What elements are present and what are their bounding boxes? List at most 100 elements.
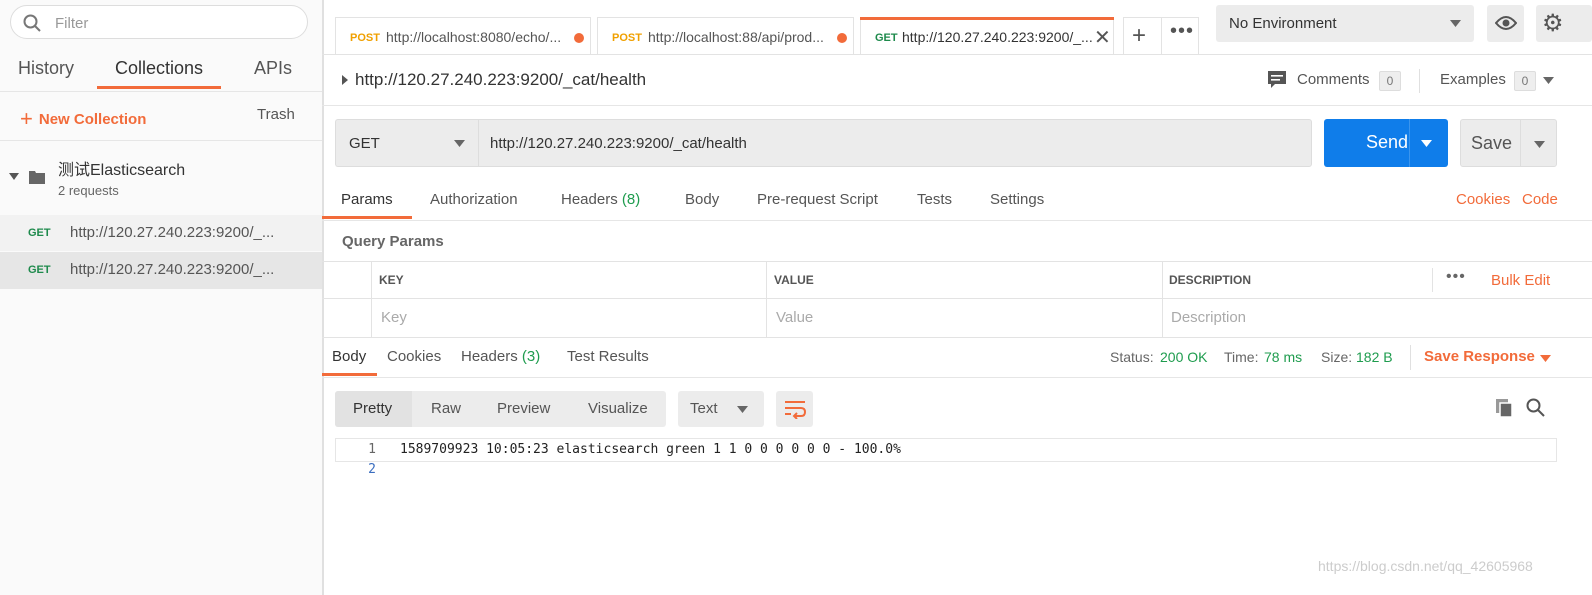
bulk-edit-link[interactable]: Bulk Edit bbox=[1491, 272, 1550, 289]
plus-icon[interactable]: + bbox=[1132, 22, 1146, 50]
save-options-chevron-icon[interactable] bbox=[1534, 141, 1545, 148]
send-button[interactable]: Send bbox=[1324, 119, 1448, 167]
folder-icon bbox=[29, 171, 45, 184]
settings-button[interactable]: ⚙ bbox=[1536, 5, 1592, 42]
divider bbox=[322, 220, 1592, 221]
response-type-select[interactable]: Text bbox=[678, 391, 764, 427]
search-icon[interactable] bbox=[1526, 398, 1545, 417]
active-tab-indicator bbox=[97, 86, 221, 89]
table-border bbox=[1162, 261, 1163, 338]
tab-history[interactable]: History bbox=[18, 58, 74, 88]
line-number: 2 bbox=[368, 462, 376, 477]
request-item-selected[interactable]: GET http://120.27.240.223:9200/_... bbox=[0, 252, 322, 288]
request-tab[interactable]: POST http://localhost:8080/echo/... bbox=[335, 17, 591, 54]
response-tab-cookies[interactable]: Cookies bbox=[387, 348, 441, 365]
eye-icon bbox=[1495, 16, 1517, 30]
new-collection-label: New Collection bbox=[38, 111, 147, 128]
examples-button[interactable]: Examples bbox=[1440, 71, 1506, 88]
response-tab-headers[interactable]: Headers (3) bbox=[461, 348, 540, 365]
environment-select[interactable]: No Environment bbox=[1216, 5, 1474, 42]
caret-down-icon[interactable] bbox=[9, 173, 19, 181]
tab-collections[interactable]: Collections bbox=[115, 58, 203, 88]
copy-icon[interactable] bbox=[1495, 398, 1513, 418]
method-badge: GET bbox=[28, 227, 51, 239]
chevron-down-icon bbox=[454, 140, 465, 147]
active-tab-indicator bbox=[322, 373, 377, 376]
new-collection-button[interactable]: + New Collection bbox=[20, 104, 147, 131]
size-value[interactable]: 182 B bbox=[1356, 349, 1393, 365]
method-label: GET bbox=[875, 32, 898, 44]
filter-input[interactable] bbox=[53, 12, 297, 34]
method-badge: GET bbox=[28, 264, 51, 276]
chevron-down-icon bbox=[1450, 20, 1461, 27]
value-input[interactable]: Value bbox=[776, 309, 813, 326]
cookies-link[interactable]: Cookies bbox=[1456, 191, 1510, 208]
response-tab-body[interactable]: Body bbox=[332, 348, 366, 365]
divider bbox=[322, 54, 1592, 55]
table-border bbox=[322, 337, 1592, 338]
chevron-down-icon[interactable] bbox=[1540, 355, 1551, 362]
comments-button[interactable]: Comments bbox=[1297, 71, 1370, 88]
request-url: http://120.27.240.223:9200/_... bbox=[70, 261, 275, 278]
request-url: http://120.27.240.223:9200/_... bbox=[70, 224, 275, 241]
divider bbox=[0, 288, 322, 289]
code-link[interactable]: Code bbox=[1522, 191, 1558, 208]
wrap-lines-button[interactable] bbox=[776, 391, 813, 427]
response-headers-count: (3) bbox=[521, 348, 541, 365]
close-tab-icon[interactable]: ✕ bbox=[1094, 25, 1111, 50]
url-input[interactable]: http://120.27.240.223:9200/_cat/health bbox=[478, 119, 1312, 167]
request-item[interactable]: GET http://120.27.240.223:9200/_... bbox=[0, 215, 322, 251]
tab-headers[interactable]: Headers (8) bbox=[561, 191, 640, 208]
send-label: Send bbox=[1366, 132, 1409, 152]
tab-url: http://localhost:88/api/prod... bbox=[648, 29, 824, 45]
url-value: http://120.27.240.223:9200/_cat/health bbox=[490, 135, 747, 152]
watermark: https://blog.csdn.net/qq_42605968 bbox=[1318, 558, 1533, 574]
format-raw[interactable]: Raw bbox=[431, 400, 461, 417]
more-icon[interactable]: ••• bbox=[1446, 268, 1466, 286]
column-header-key: KEY bbox=[379, 273, 404, 287]
description-input[interactable]: Description bbox=[1171, 309, 1246, 326]
status-value[interactable]: 200 OK bbox=[1160, 349, 1207, 365]
chevron-down-icon[interactable] bbox=[1543, 77, 1554, 84]
caret-right-icon[interactable] bbox=[342, 75, 348, 85]
send-options-chevron-icon[interactable] bbox=[1421, 140, 1432, 147]
tab-params[interactable]: Params bbox=[341, 191, 393, 208]
table-border bbox=[322, 298, 1592, 299]
tab-tests[interactable]: Tests bbox=[917, 191, 952, 208]
tab-authorization[interactable]: Authorization bbox=[430, 191, 518, 208]
tab-apis[interactable]: APIs bbox=[254, 58, 292, 88]
comments-count-badge: 0 bbox=[1379, 71, 1401, 91]
format-visualize[interactable]: Visualize bbox=[588, 400, 648, 417]
method-select[interactable]: GET bbox=[335, 119, 478, 167]
format-preview[interactable]: Preview bbox=[497, 400, 550, 417]
request-title[interactable]: http://120.27.240.223:9200/_cat/health bbox=[355, 70, 646, 90]
response-tab-headers-label: Headers bbox=[461, 348, 518, 365]
sidebar: History Collections APIs + New Collection… bbox=[0, 0, 324, 595]
time-value[interactable]: 78 ms bbox=[1264, 349, 1302, 365]
comment-icon bbox=[1268, 71, 1286, 88]
key-input[interactable]: Key bbox=[381, 309, 407, 326]
request-tab-active[interactable]: GET http://120.27.240.223:9200/_... ✕ bbox=[860, 17, 1114, 55]
response-tab-test-results[interactable]: Test Results bbox=[567, 348, 649, 365]
filter-box[interactable] bbox=[10, 5, 308, 39]
request-tab[interactable]: POST http://localhost:88/api/prod... bbox=[597, 17, 854, 54]
tab-settings[interactable]: Settings bbox=[990, 191, 1044, 208]
gear-icon: ⚙ bbox=[1542, 10, 1564, 37]
tab-prerequest-script[interactable]: Pre-request Script bbox=[757, 191, 878, 208]
environment-quick-look-button[interactable] bbox=[1487, 5, 1524, 42]
column-header-description: DESCRIPTION bbox=[1169, 273, 1252, 287]
format-pretty[interactable]: Pretty bbox=[353, 400, 392, 417]
save-button[interactable]: Save bbox=[1460, 119, 1557, 167]
active-tab-indicator bbox=[860, 17, 1114, 20]
more-icon[interactable]: ••• bbox=[1170, 20, 1194, 43]
search-icon bbox=[23, 14, 41, 32]
table-border bbox=[371, 261, 372, 338]
save-response-button[interactable]: Save Response bbox=[1424, 348, 1535, 365]
divider bbox=[1432, 268, 1433, 292]
collection-name[interactable]: 测试Elasticsearch bbox=[58, 156, 185, 180]
trash-button[interactable]: Trash bbox=[257, 106, 295, 123]
examples-count-badge: 0 bbox=[1514, 71, 1536, 91]
tab-url: http://localhost:8080/echo/... bbox=[386, 29, 562, 45]
method-label: POST bbox=[350, 32, 380, 44]
tab-body[interactable]: Body bbox=[685, 191, 719, 208]
